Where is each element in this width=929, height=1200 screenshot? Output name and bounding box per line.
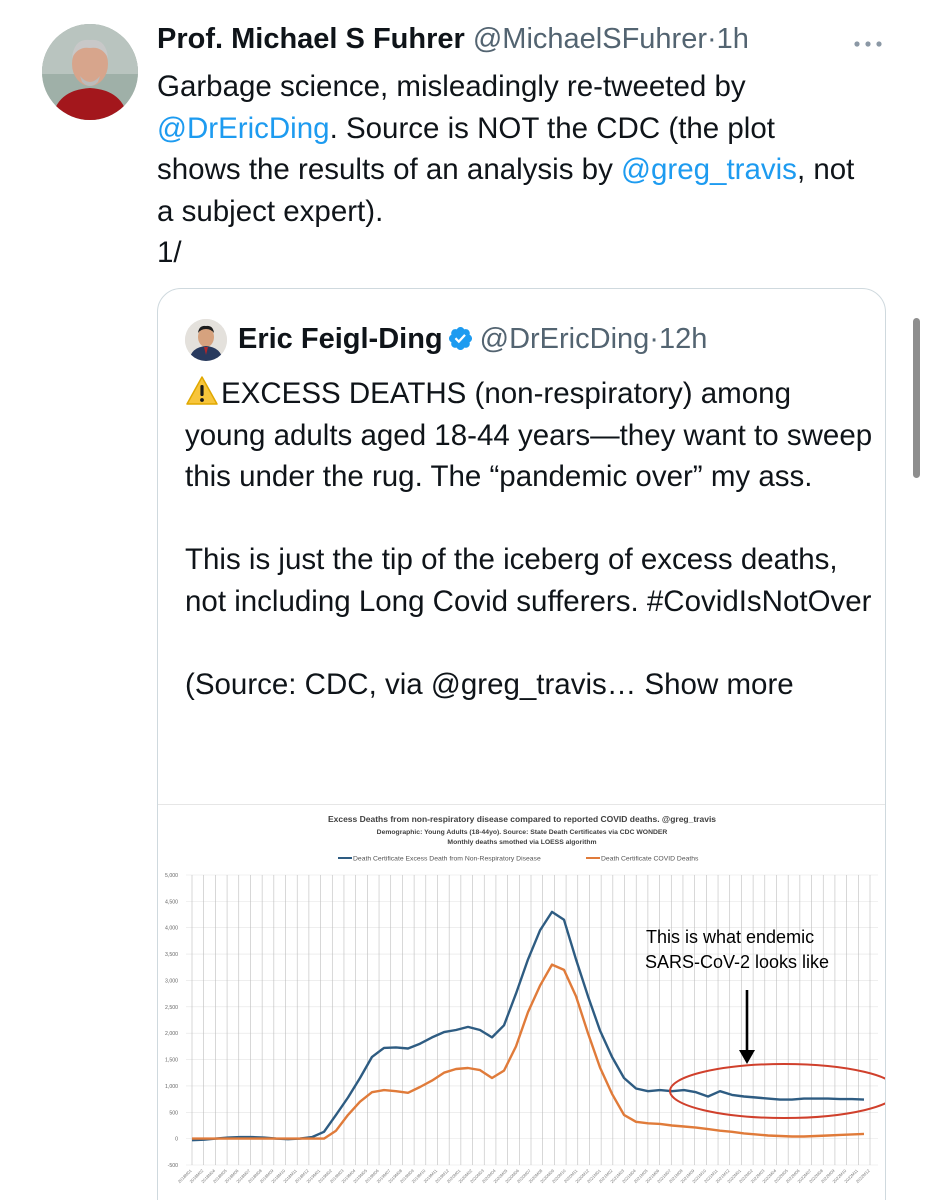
show-more-link[interactable]: Show more <box>644 668 793 701</box>
y-tick-label: 1,500 <box>165 1058 178 1064</box>
author-name[interactable]: Prof. Michael S Fuhrer <box>157 23 465 55</box>
tweet-text-part1: Garbage science, misleadingly re-tweeted… <box>157 70 746 103</box>
x-axis: 2018M012018M022018M042018M052018M062018M… <box>177 1168 871 1184</box>
y-tick-label: 0 <box>175 1137 178 1143</box>
chart-subtitle-2: Monthly deaths smothed via LOESS algorit… <box>447 839 596 846</box>
y-tick-label: 3,500 <box>165 952 178 958</box>
mention-greg-travis[interactable]: @greg_travis <box>621 153 797 186</box>
chart-image[interactable]: Excess Deaths from non-respiratory disea… <box>158 804 885 1200</box>
y-tick-label: -500 <box>168 1163 178 1169</box>
quoted-avatar-image <box>185 319 227 361</box>
avatar-image <box>42 24 138 120</box>
thread-marker: 1/ <box>157 236 182 269</box>
y-tick-label: 1,000 <box>165 1084 178 1090</box>
quoted-separator-dot: · <box>649 323 659 355</box>
tweet-text: Garbage science, misleadingly re-tweeted… <box>157 66 857 274</box>
y-tick-label: 500 <box>169 1110 178 1116</box>
quoted-author-avatar[interactable] <box>185 319 227 361</box>
y-tick-label: 4,000 <box>165 926 178 932</box>
quoted-author-handle[interactable]: @DrEricDing <box>480 323 650 355</box>
quoted-text: EXCESS DEATHS (non-respiratory) among yo… <box>185 373 875 705</box>
quoted-tweet[interactable]: Eric Feigl-Ding @DrEricDing·12h EXCESS DE… <box>157 288 886 1200</box>
scrollbar-thumb[interactable] <box>913 318 920 478</box>
y-tick-label: 3,000 <box>165 978 178 984</box>
annotation-text-line-2: SARS-CoV-2 looks like <box>645 952 829 972</box>
chart-title: Excess Deaths from non-respiratory disea… <box>328 814 716 824</box>
quoted-author-name[interactable]: Eric Feigl-Ding <box>238 323 443 355</box>
quoted-time[interactable]: 12h <box>659 323 707 355</box>
chart-grid <box>186 874 878 1166</box>
quoted-paragraph-3: (Source: CDC, via @greg_travis… Show mor… <box>185 664 875 706</box>
author-avatar[interactable] <box>42 24 138 120</box>
annotation-text-line-1: This is what endemic <box>646 927 814 947</box>
y-tick-label: 2,000 <box>165 1031 178 1037</box>
warning-icon <box>186 376 218 405</box>
tweet-header: Prof. Michael S Fuhrer @MichaelSFuhrer·1… <box>157 20 749 58</box>
chart-legend: Death Certificate Excess Death from Non-… <box>338 856 699 863</box>
verified-badge-icon <box>448 326 472 351</box>
more-dots-icon[interactable] <box>853 28 883 54</box>
excess-deaths-chart: Excess Deaths from non-respiratory disea… <box>165 814 885 1184</box>
quoted-paragraph-1-text: EXCESS DEATHS (non-respiratory) among yo… <box>185 377 873 493</box>
legend-label-excess: Death Certificate Excess Death from Non-… <box>353 856 541 863</box>
author-handle[interactable]: @MichaelSFuhrer <box>473 23 707 55</box>
annotation-ellipse <box>669 1063 885 1119</box>
chart-subtitle-1: Demographic: Young Adults (18-44yo). Sou… <box>377 829 668 836</box>
quoted-header: Eric Feigl-Ding @DrEricDing·12h <box>238 319 707 359</box>
mention-drericding[interactable]: @DrEricDing <box>157 112 330 145</box>
quoted-paragraph-1: EXCESS DEATHS (non-respiratory) among yo… <box>185 373 875 498</box>
y-tick-label: 2,500 <box>165 1005 178 1011</box>
y-tick-label: 5,000 <box>165 873 178 879</box>
tweet-time[interactable]: 1h <box>717 23 749 55</box>
separator-dot: · <box>706 23 717 55</box>
y-axis: 5,000 4,500 4,000 3,500 3,000 2,500 2,000 1,500… <box>165 873 178 1169</box>
quoted-paragraph-2: This is just the tip of the iceberg of e… <box>185 543 872 618</box>
tweet[interactable]: Prof. Michael S Fuhrer @MichaelSFuhrer·1… <box>0 0 929 1200</box>
y-tick-label: 4,500 <box>165 899 178 905</box>
legend-label-covid: Death Certificate COVID Deaths <box>601 856 699 863</box>
quoted-paragraph-3-text: (Source: CDC, via @greg_travis… <box>185 667 645 701</box>
